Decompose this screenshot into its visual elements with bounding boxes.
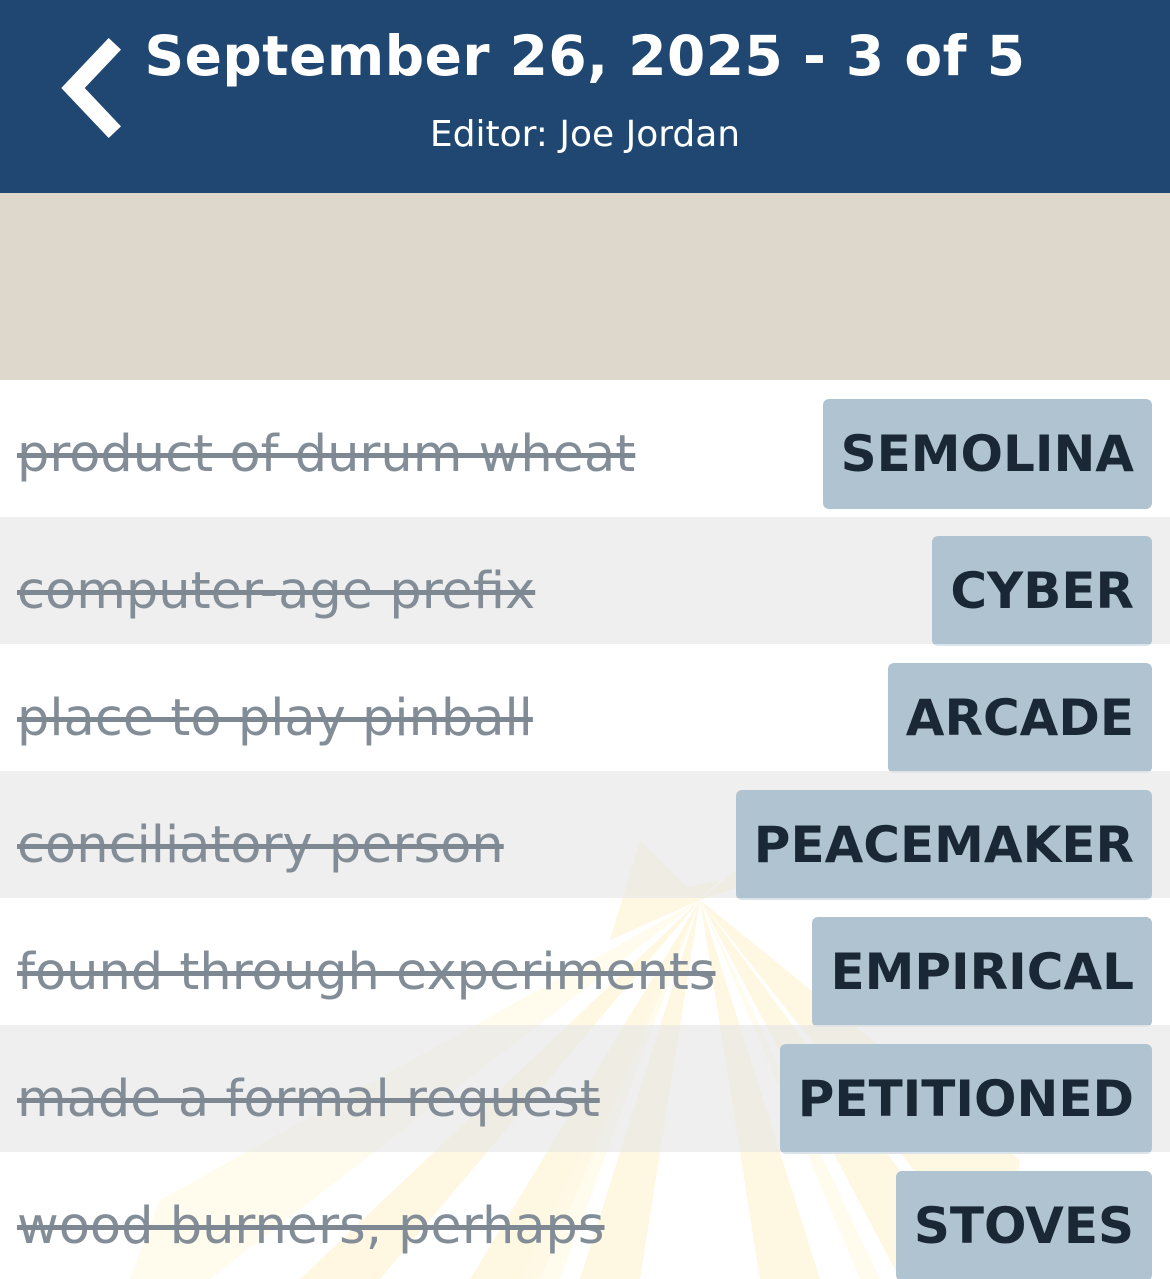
banner-area bbox=[0, 193, 1170, 380]
list-item[interactable]: place to play pinball ARCADE bbox=[0, 644, 1170, 773]
answer-tile[interactable]: CYBER bbox=[932, 536, 1152, 646]
list-item[interactable]: computer-age prefix CYBER bbox=[0, 517, 1170, 646]
clue-text: wood burners, perhaps bbox=[17, 1197, 605, 1256]
answer-tile[interactable]: PEACEMAKER bbox=[735, 790, 1152, 900]
list-item[interactable]: found through experiments EMPIRICAL bbox=[0, 898, 1170, 1027]
clue-text: place to play pinball bbox=[17, 689, 533, 748]
top-bar: September 26, 2025 - 3 of 5 Editor: Joe … bbox=[0, 0, 1170, 193]
clue-text: made a formal request bbox=[17, 1070, 600, 1129]
clue-text: found through experiments bbox=[17, 943, 716, 1002]
answer-tile[interactable]: SEMOLINA bbox=[822, 399, 1152, 509]
page-title: September 26, 2025 - 3 of 5 bbox=[144, 24, 1026, 88]
clue-answer-list: product of durum wheat SEMOLINA computer… bbox=[0, 380, 1170, 1279]
list-item[interactable]: made a formal request PETITIONED bbox=[0, 1025, 1170, 1154]
list-item[interactable]: conciliatory person PEACEMAKER bbox=[0, 771, 1170, 900]
editor-credit: Editor: Joe Jordan bbox=[429, 114, 741, 155]
answer-tile[interactable]: ARCADE bbox=[887, 663, 1152, 773]
clue-text: conciliatory person bbox=[17, 816, 504, 875]
answer-tile[interactable]: EMPIRICAL bbox=[812, 917, 1152, 1027]
list-item[interactable]: wood burners, perhaps STOVES bbox=[0, 1152, 1170, 1279]
answer-tile[interactable]: STOVES bbox=[895, 1171, 1152, 1279]
clue-text: computer-age prefix bbox=[17, 562, 536, 621]
answer-tile[interactable]: PETITIONED bbox=[779, 1044, 1152, 1154]
clue-text: product of durum wheat bbox=[17, 425, 636, 484]
list-item[interactable]: product of durum wheat SEMOLINA bbox=[0, 380, 1170, 509]
